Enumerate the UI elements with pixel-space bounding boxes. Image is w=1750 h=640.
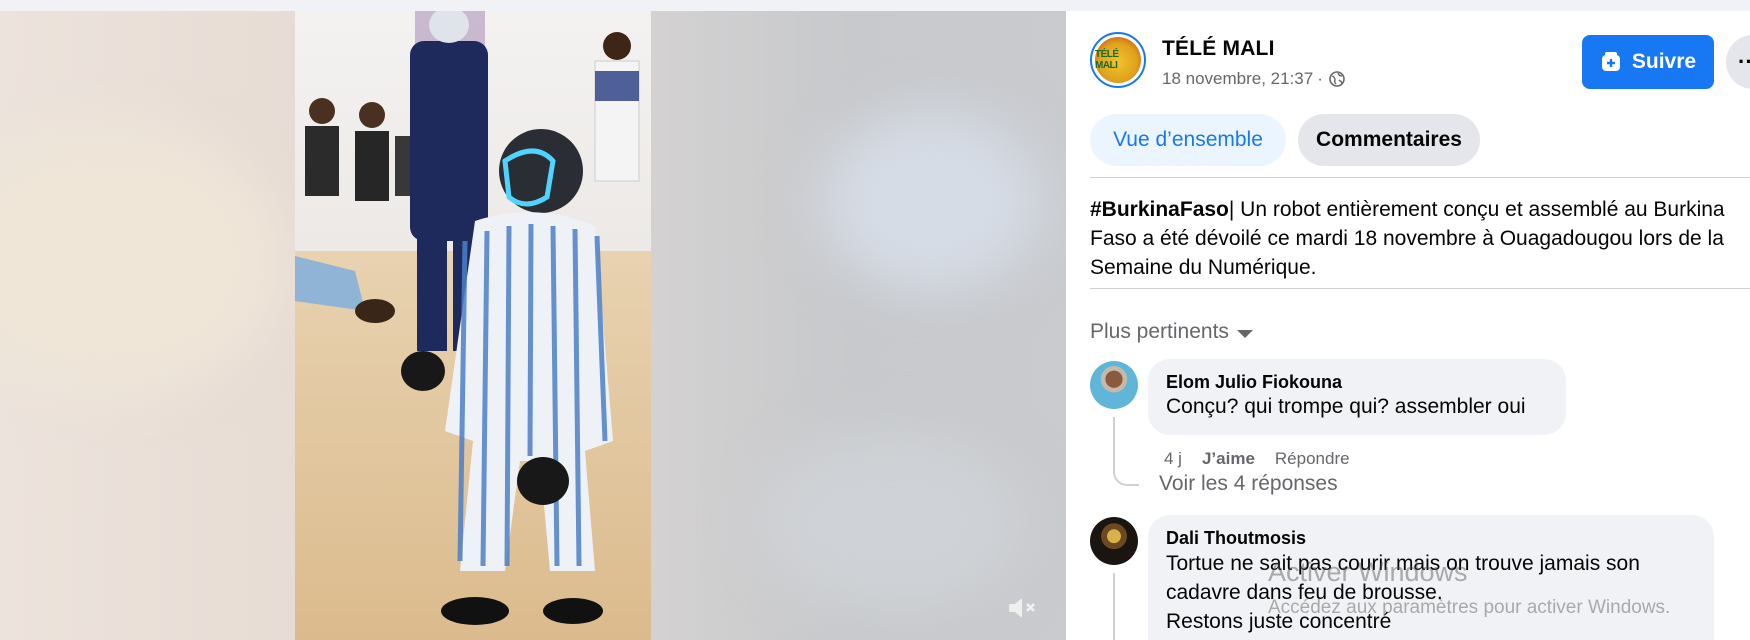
post-caption: #BurkinaFaso| Un robot entièrement conçu… xyxy=(1090,195,1750,282)
divider-comments xyxy=(1090,288,1750,289)
comment-bubble: Elom Julio Fiokouna Conçu? qui trompe qu… xyxy=(1148,359,1566,435)
comment-age[interactable]: 4 j xyxy=(1164,449,1182,469)
meta-separator: · xyxy=(1317,69,1323,88)
comment-text: Conçu? qui trompe qui? assembler oui xyxy=(1166,395,1526,418)
tab-comments[interactable]: Commentaires xyxy=(1298,114,1480,166)
view-replies-link[interactable]: Voir les 4 réponses xyxy=(1159,472,1338,496)
comment-author[interactable]: Dali Thoutmosis xyxy=(1166,527,1696,549)
caption-line-2: Faso a été dévoilé ce mardi 18 novembre … xyxy=(1090,227,1724,250)
page-avatar[interactable]: TÉLÉ MALI xyxy=(1090,32,1146,88)
windows-activation-title: Activer Windows xyxy=(1268,557,1468,587)
more-options-button[interactable]: ·· xyxy=(1726,35,1750,89)
page-name[interactable]: TÉLÉ MALI xyxy=(1162,37,1275,61)
tele-mali-logo: TÉLÉ MALI xyxy=(1095,37,1141,83)
follow-plus-icon xyxy=(1601,52,1620,71)
post-date[interactable]: 18 novembre, 21:37 xyxy=(1162,69,1313,89)
tab-overview[interactable]: Vue d’ensemble xyxy=(1090,114,1286,166)
follow-label: Suivre xyxy=(1631,50,1697,73)
comment-avatar[interactable] xyxy=(1090,517,1138,565)
blurred-background-lower xyxy=(760,431,1020,611)
comment-actions: 4 j J’aime Répondre xyxy=(1164,449,1350,469)
video-player[interactable] xyxy=(0,11,1066,640)
more-options-icon: ·· xyxy=(1738,49,1750,74)
follow-button[interactable]: Suivre xyxy=(1582,35,1714,89)
video-scene xyxy=(295,11,640,625)
comment-sort-dropdown[interactable]: Plus pertinents xyxy=(1090,320,1253,344)
blurred-background-right xyxy=(820,111,1040,291)
like-button[interactable]: J’aime xyxy=(1202,449,1255,469)
reply-button[interactable]: Répondre xyxy=(1275,449,1350,469)
post-meta: 18 novembre, 21:37 · xyxy=(1162,69,1345,89)
caret-down-icon xyxy=(1236,329,1253,338)
avatar-logo-text: TÉLÉ MALI xyxy=(1095,49,1119,71)
sort-label: Plus pertinents xyxy=(1090,320,1229,343)
blurred-background xyxy=(0,131,280,391)
thread-line xyxy=(1113,417,1139,486)
comment-author[interactable]: Elom Julio Fiokouna xyxy=(1166,371,1548,393)
globe-icon xyxy=(1329,71,1345,87)
thread-line xyxy=(1113,573,1115,640)
post-panel: TÉLÉ MALI TÉLÉ MALI 18 novembre, 21:37 ·… xyxy=(1066,11,1750,640)
comment-avatar[interactable] xyxy=(1090,361,1138,409)
caption-line-3: Semaine du Numérique. xyxy=(1090,256,1317,279)
video-frame xyxy=(295,11,651,640)
speaker-muted-icon[interactable] xyxy=(1005,595,1039,621)
divider-top xyxy=(1090,177,1750,178)
hashtag-link[interactable]: #BurkinaFaso xyxy=(1090,198,1229,221)
windows-activation-subtitle: Accédez aux paramètres pour activer Wind… xyxy=(1268,597,1671,618)
caption-line-1: | Un robot entièrement conçu et assemblé… xyxy=(1228,198,1725,221)
